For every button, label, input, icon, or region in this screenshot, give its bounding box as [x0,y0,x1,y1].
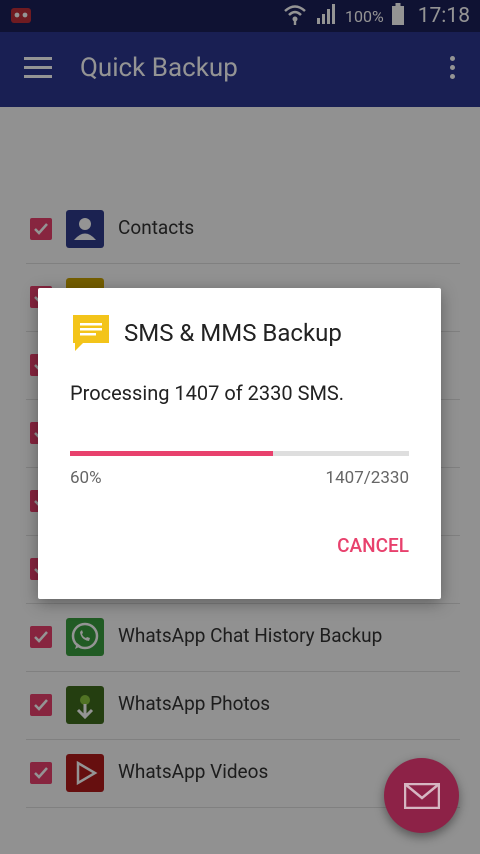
progress-percent: 60% [70,468,102,488]
envelope-icon [404,783,440,809]
sms-message-icon [71,313,111,353]
backup-progress-dialog: SMS & MMS Backup Processing 1407 of 2330… [38,288,441,599]
send-fab[interactable] [384,758,459,833]
progress-bar [70,451,409,456]
dialog-title: SMS & MMS Backup [124,319,342,347]
progress-bar-fill [70,451,274,456]
cancel-button[interactable]: CANCEL [337,534,409,557]
dim-overlay-top [0,0,480,107]
dialog-message: Processing 1407 of 2330 SMS. [70,381,345,405]
progress-count: 1407/2330 [325,468,409,488]
